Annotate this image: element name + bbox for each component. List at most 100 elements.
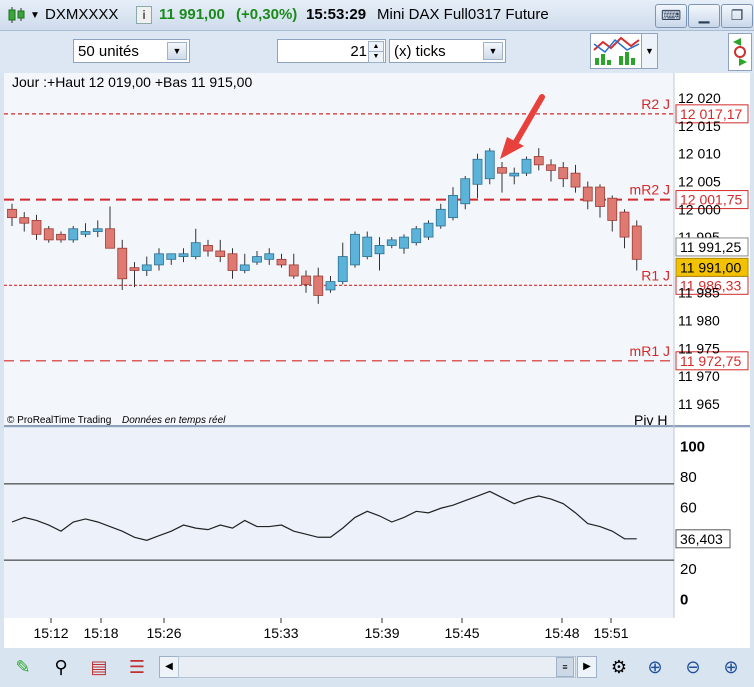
candle-body — [411, 228, 422, 244]
mode-value: (x) ticks — [394, 43, 446, 60]
candle-body — [497, 167, 507, 174]
zoom-fit-icon[interactable]: ⊕ — [642, 654, 668, 680]
candle-body — [301, 275, 311, 285]
scroll-right-button[interactable]: ▶ — [577, 656, 597, 678]
candle-body — [472, 158, 483, 185]
candle-body — [190, 242, 201, 257]
symbol-dropdown-arrow[interactable]: ▼ — [30, 10, 40, 21]
candle-body — [435, 208, 446, 227]
mode-select[interactable]: (x) ticks ▼ — [389, 39, 506, 63]
time-tick-label: 15:18 — [83, 625, 118, 641]
candle-body — [92, 228, 103, 232]
magnet-icon[interactable]: ⚲ — [48, 654, 74, 680]
candle-body — [423, 222, 434, 238]
candle-body — [105, 228, 115, 249]
time-tick-label: 15:39 — [364, 625, 399, 641]
candle-body — [264, 253, 275, 260]
stepper-down-icon[interactable]: ▼ — [368, 51, 384, 63]
zoom-in-icon[interactable]: ⊕ — [718, 654, 744, 680]
candle-body — [141, 264, 152, 271]
candle-body — [337, 256, 348, 282]
candle-body — [166, 253, 177, 260]
restore-icon[interactable]: ❐ — [721, 4, 753, 28]
minimize-icon[interactable]: ▁ — [688, 4, 720, 28]
price-tick-label: 12 010 — [678, 146, 721, 162]
draw-tool-icon[interactable]: ✎ — [10, 654, 36, 680]
candle-body — [80, 231, 91, 235]
time-tick-label: 15:12 — [33, 625, 68, 641]
chart-area[interactable]: R2 J12 017,17mR2 J12 001,75R1 J11 986,33… — [4, 73, 750, 651]
candle-body — [386, 239, 397, 246]
prev-price-label: 11 991,25 — [680, 239, 741, 255]
candle-body — [129, 267, 140, 271]
candle-body — [178, 253, 189, 257]
keyboard-icon[interactable]: ⌨ — [655, 4, 687, 28]
level-name: R2 J — [641, 96, 670, 112]
instrument-name: Mini DAX Full0317 Future — [377, 6, 549, 23]
zoom-out-icon[interactable]: ⊖ — [680, 654, 706, 680]
candle-body — [43, 228, 54, 241]
time-tick-label: 15:48 — [544, 625, 579, 641]
indicator-tick-label: 60 — [680, 500, 697, 517]
time-tick-label: 15:51 — [593, 625, 628, 641]
copyright-text: © ProRealTime Trading — [7, 415, 111, 426]
indicator-tick-label: 100 — [680, 439, 705, 456]
scroll-thumb[interactable]: ≡ — [556, 657, 574, 677]
candle-body — [7, 208, 17, 219]
chevron-down-icon[interactable]: ▼ — [483, 42, 503, 60]
indicator-plot-background — [4, 428, 674, 618]
candle-body — [558, 167, 569, 180]
indicators-icon[interactable] — [590, 33, 642, 69]
units-select[interactable]: 50 unités ▼ — [73, 39, 190, 63]
candle-body — [374, 245, 385, 255]
objects-icon[interactable]: ▤ — [86, 654, 112, 680]
indicator-last-value: 36,403 — [680, 531, 723, 547]
price-tick-label: 11 980 — [678, 312, 720, 328]
price-plot-background — [4, 73, 674, 425]
candle-body — [154, 253, 164, 266]
units-value: 50 unités — [78, 43, 139, 60]
candle-body — [448, 195, 458, 219]
chevron-down-icon[interactable]: ▼ — [167, 42, 187, 60]
candle-body — [546, 164, 556, 171]
settings-icon[interactable]: ⚙ — [606, 654, 632, 680]
candle-body — [350, 233, 360, 266]
candle-body — [313, 275, 324, 296]
candle-body — [595, 186, 605, 207]
price-value: 11 991,00 — [159, 6, 225, 23]
candle-body — [631, 225, 642, 260]
candle-body — [227, 253, 238, 271]
layers-icon[interactable]: ☰ — [124, 654, 150, 680]
price-tick-label: 12 000 — [678, 201, 721, 217]
candle-body — [582, 186, 593, 202]
count-stepper[interactable]: 21 ▲ ▼ — [277, 39, 386, 63]
side-panel-icon[interactable] — [728, 33, 752, 71]
candle-body — [31, 220, 42, 235]
indicators-dropdown-icon[interactable]: ▼ — [641, 33, 658, 69]
price-tick-label: 11 970 — [678, 368, 720, 384]
last-price-label: 11 991,00 — [680, 259, 741, 275]
candle-body — [521, 158, 532, 174]
title-bar: ▼ DXMXXXX i 11 991,00 (+0,30%) 15:53:29 … — [0, 0, 754, 31]
candle-body — [460, 178, 471, 205]
price-tick-label: 12 020 — [678, 90, 721, 106]
indicator-tick-label: 80 — [680, 469, 697, 486]
candle-body — [239, 264, 250, 271]
level-name: mR1 J — [630, 343, 670, 359]
level-name: R1 J — [641, 267, 670, 283]
level-name: mR2 J — [630, 182, 670, 198]
scroll-left-button[interactable]: ◀ — [159, 656, 179, 678]
candle-body — [252, 256, 262, 263]
indicator-tick-label: 0 — [680, 591, 688, 608]
candle-body — [509, 172, 520, 177]
time-tick-label: 15:26 — [146, 625, 181, 641]
indicator-axis-background — [674, 428, 750, 618]
count-value: 21 — [350, 43, 367, 60]
symbol-label[interactable]: DXMXXXX — [45, 6, 118, 23]
toolbar: 50 unités ▼ 21 ▲ ▼ (x) ticks ▼ ▼ — [0, 31, 754, 73]
candle-body — [362, 236, 373, 257]
info-icon[interactable]: i — [136, 6, 152, 24]
candlestick-icon[interactable] — [7, 6, 27, 24]
horizontal-scrollbar[interactable] — [178, 656, 576, 678]
candle-body — [117, 247, 128, 280]
